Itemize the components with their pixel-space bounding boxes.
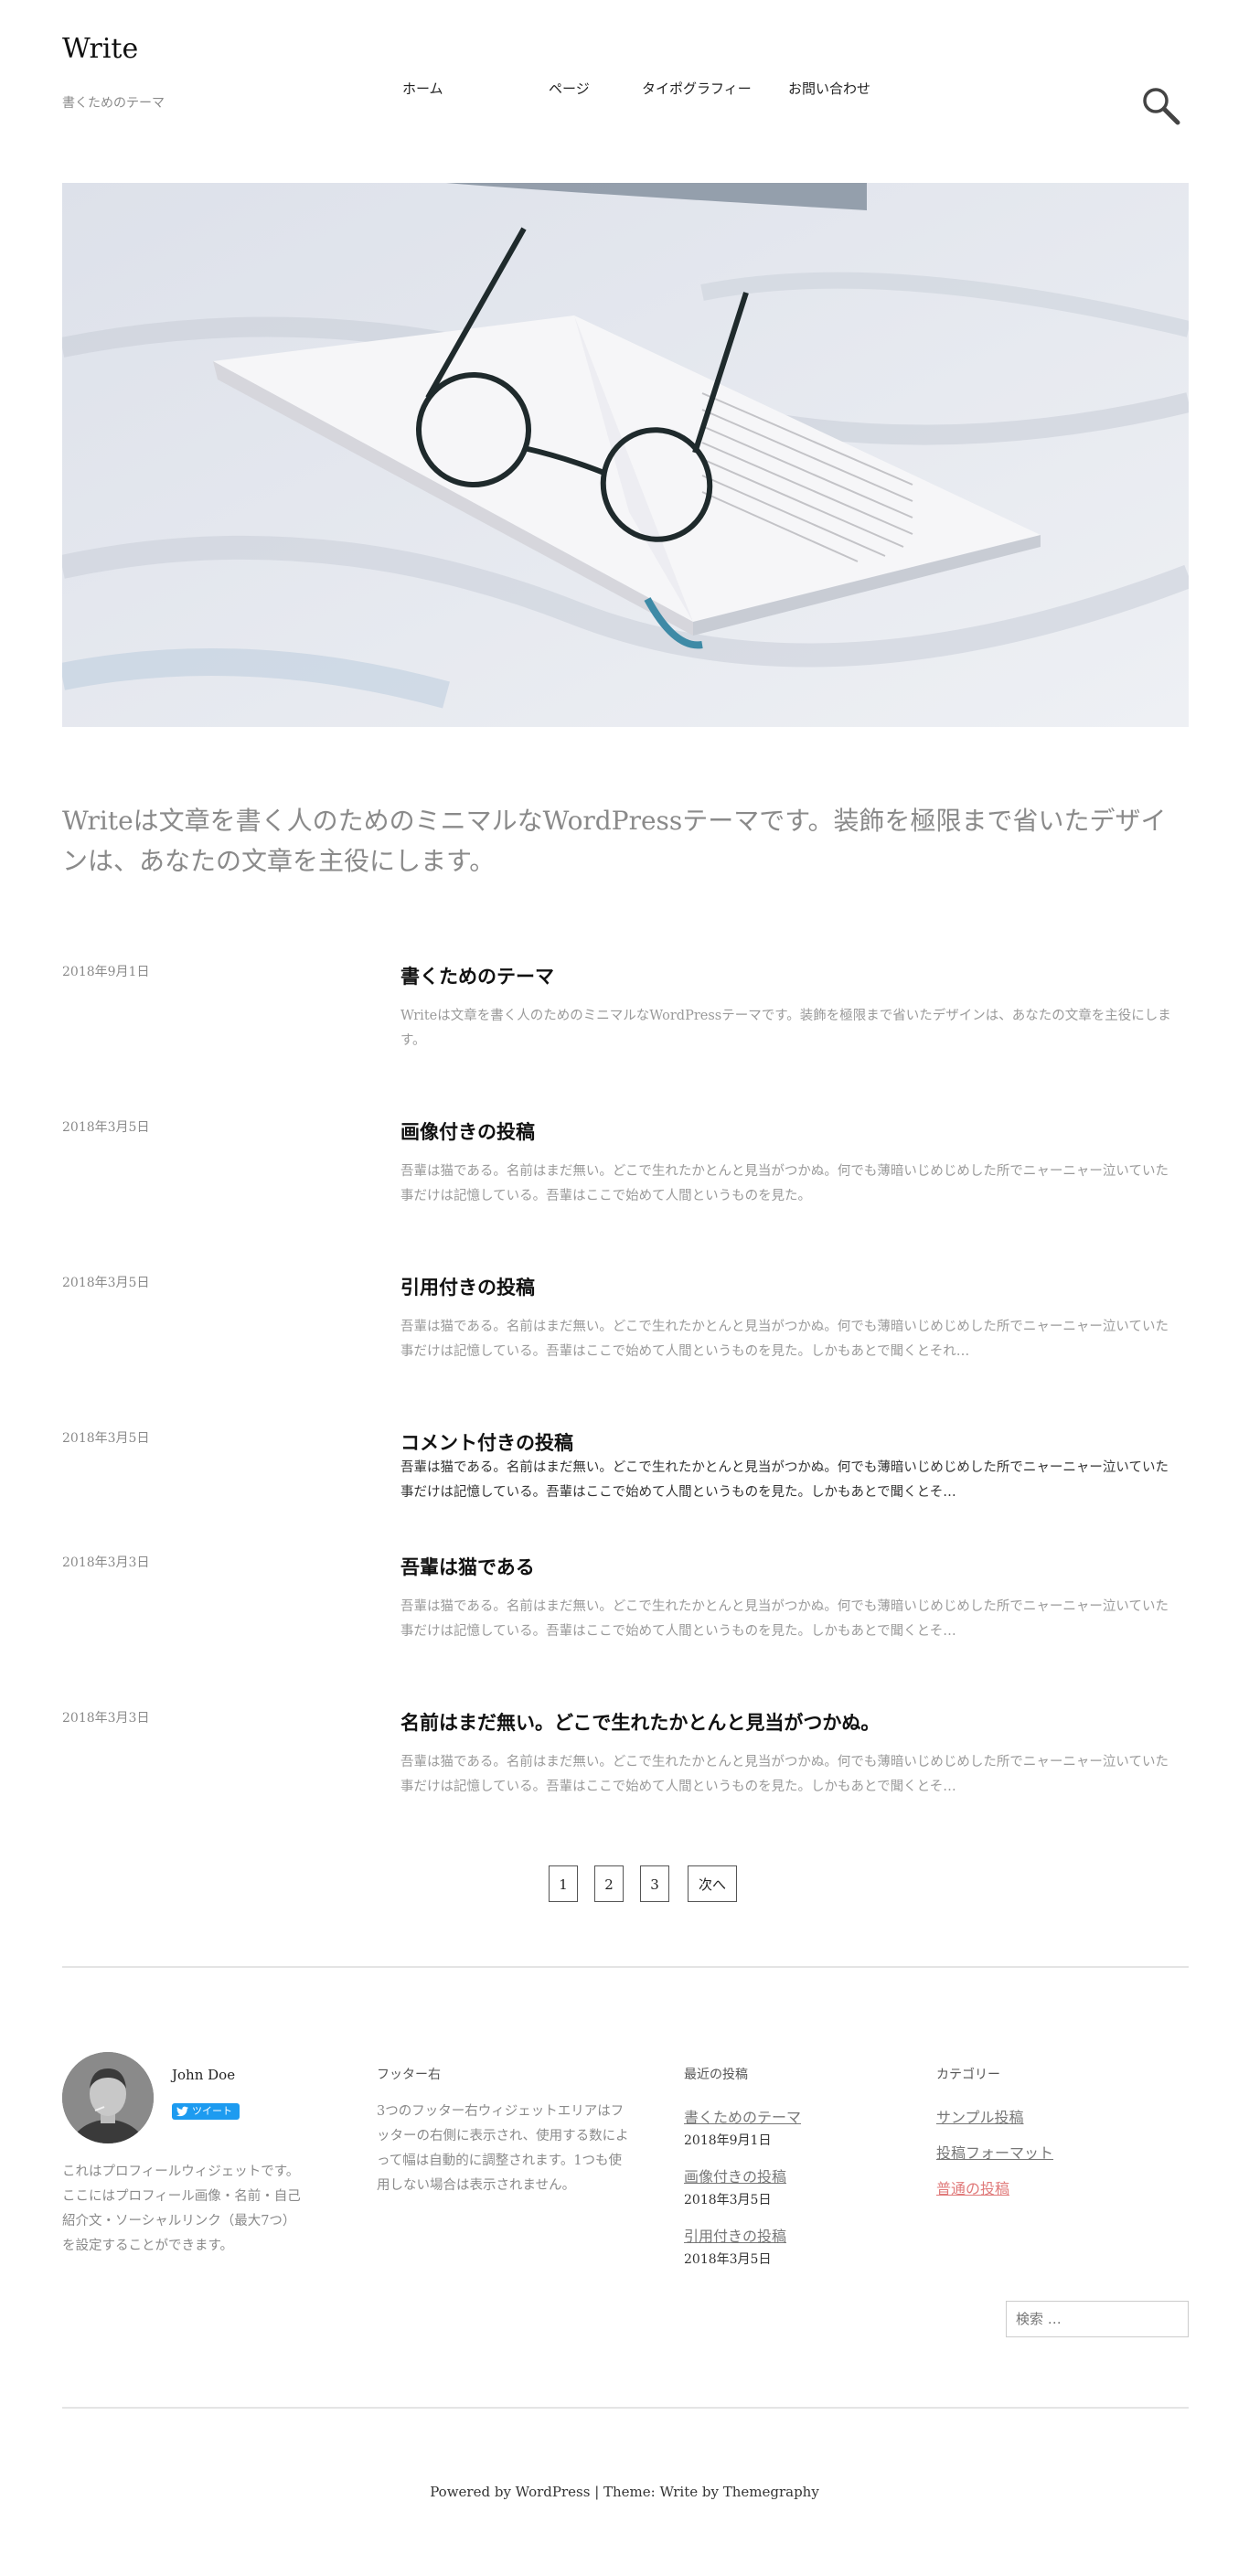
tweet-label: ツイート	[192, 2105, 232, 2117]
profile-name: John Doe	[172, 2067, 236, 2083]
footer-divider	[62, 1966, 1189, 1968]
post-excerpt: 吾輩は猫である。名前はまだ無い。どこで生れたかとんと見当がつかぬ。何でも薄暗いじ…	[400, 1164, 1169, 1203]
nav-item-home[interactable]: ホーム	[402, 79, 443, 98]
post-date: 2018年3月3日	[62, 1711, 150, 1726]
intro-text: Writeは文章を書く人のためのミニマルなWordPressテーマです。装飾を極…	[62, 806, 1167, 876]
post-excerpt: 吾輩は猫である。名前はまだ無い。どこで生れたかとんと見当がつかぬ。何でも薄暗いじ…	[400, 1320, 1169, 1359]
next-page-link[interactable]: 次へ	[688, 1865, 737, 1902]
page-link-1[interactable]: 1	[549, 1865, 578, 1902]
tweet-button[interactable]: ツイート	[172, 2103, 240, 2120]
twitter-bird-icon	[176, 2106, 188, 2117]
search-icon	[1143, 88, 1180, 125]
credit-separator: |	[590, 2484, 604, 2500]
nav-item-typography[interactable]: タイポグラフィー	[642, 79, 752, 98]
site-credit: Powered by WordPress | Theme: Write by T…	[0, 2484, 1249, 2500]
hero-image	[62, 183, 1189, 727]
site-description: 書くためのテーマ	[62, 96, 165, 111]
avatar	[62, 2052, 154, 2143]
post-excerpt: 吾輩は猫である。名前はまだ無い。どこで生れたかとんと見当がつかぬ。何でも薄暗いじ…	[400, 1460, 1169, 1500]
categories-heading: カテゴリー	[936, 2068, 1000, 2082]
recent-post-link[interactable]: 引用付きの投稿	[684, 2224, 786, 2246]
footer-right-text: 3つのフッター右ウィジェットエリアはフッターの右側に表示され、使用する数によって…	[377, 2104, 629, 2193]
theme-link[interactable]: Theme: Write by Themegraphy	[603, 2484, 819, 2500]
footer-right-heading: フッター右	[377, 2068, 441, 2082]
post-date: 2018年9月1日	[62, 965, 150, 979]
nav-item-contact[interactable]: お問い合わせ	[788, 79, 870, 98]
post-title[interactable]: 名前はまだ無い。どこで生れたかとんと見当がつかぬ。	[400, 1708, 880, 1736]
nav-item-page[interactable]: ページ	[549, 79, 590, 98]
post-date: 2018年3月5日	[62, 1276, 150, 1290]
recent-posts-heading: 最近の投稿	[684, 2068, 748, 2082]
recent-post-date: 2018年3月5日	[684, 2252, 772, 2267]
page-link-2[interactable]: 2	[594, 1865, 624, 1902]
post-date: 2018年3月5日	[62, 1431, 150, 1446]
post-title[interactable]: 画像付きの投稿	[400, 1117, 535, 1145]
post-title[interactable]: コメント付きの投稿	[400, 1428, 573, 1456]
recent-post-link[interactable]: 画像付きの投稿	[684, 2164, 786, 2186]
category-link-normal[interactable]: 普通の投稿	[936, 2176, 1009, 2198]
recent-post-date: 2018年3月5日	[684, 2193, 772, 2207]
footer-bottom-divider	[62, 2407, 1189, 2409]
category-link-post-format[interactable]: 投稿フォーマット	[936, 2141, 1053, 2163]
post-title[interactable]: 書くためのテーマ	[400, 962, 554, 989]
footer-search-input[interactable]	[1006, 2301, 1189, 2337]
post-title[interactable]: 引用付きの投稿	[400, 1273, 535, 1300]
wordpress-link[interactable]: Powered by WordPress	[430, 2484, 590, 2500]
post-date: 2018年3月3日	[62, 1555, 150, 1570]
recent-post-link[interactable]: 書くためのテーマ	[684, 2105, 801, 2127]
category-link-sample[interactable]: サンプル投稿	[936, 2105, 1024, 2127]
post-excerpt: 吾輩は猫である。名前はまだ無い。どこで生れたかとんと見当がつかぬ。何でも薄暗いじ…	[400, 1599, 1169, 1639]
page-link-3[interactable]: 3	[640, 1865, 669, 1902]
post-title[interactable]: 吾輩は猫である	[400, 1553, 535, 1580]
site-title[interactable]: Write	[62, 33, 138, 65]
post-date: 2018年3月5日	[62, 1120, 150, 1135]
search-button[interactable]	[1141, 86, 1181, 126]
profile-text: これはプロフィールウィジェットです。ここにはプロフィール画像・名前・自己紹介文・…	[62, 2164, 301, 2253]
post-excerpt: Writeは文章を書く人のためのミニマルなWordPressテーマです。装飾を極…	[400, 1009, 1171, 1048]
post-excerpt: 吾輩は猫である。名前はまだ無い。どこで生れたかとんと見当がつかぬ。何でも薄暗いじ…	[400, 1755, 1169, 1794]
recent-post-date: 2018年9月1日	[684, 2133, 772, 2148]
